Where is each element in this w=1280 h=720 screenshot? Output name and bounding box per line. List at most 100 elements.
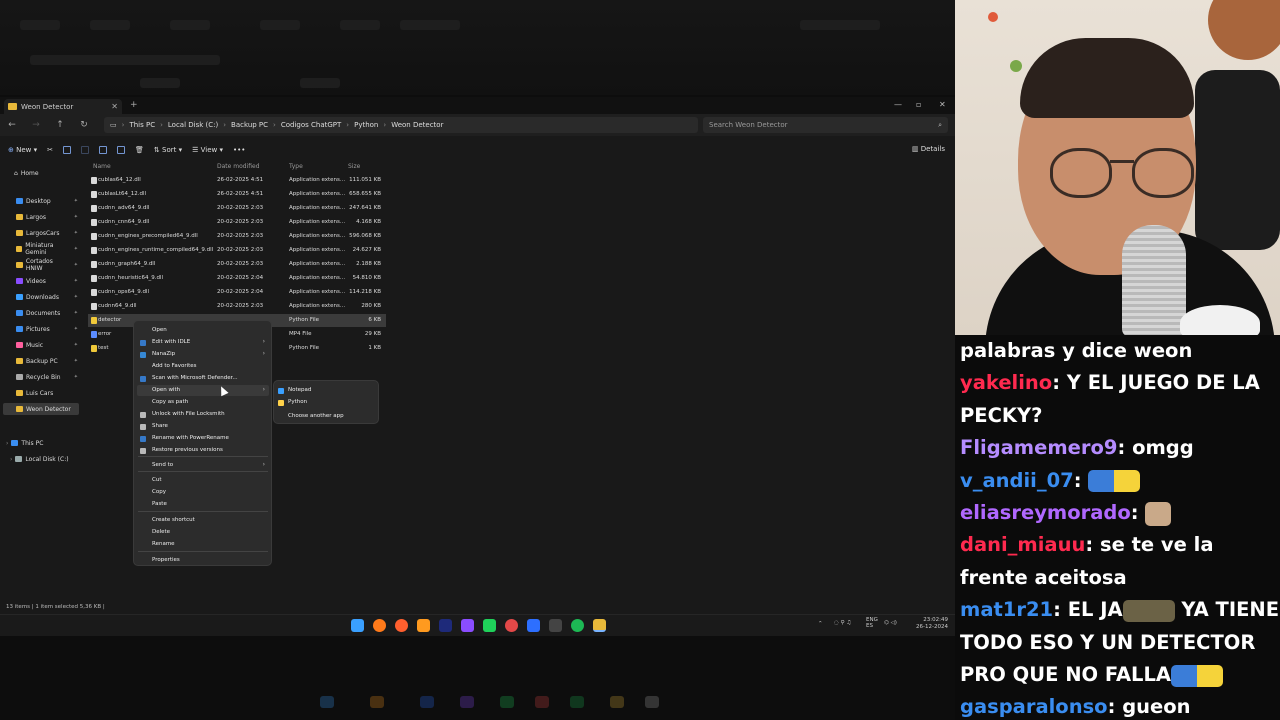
share-icon[interactable] [117,146,126,154]
crumb-weon-detector[interactable]: Weon Detector [391,121,443,129]
view-button[interactable]: ☰ View ▾ [192,146,223,154]
ctx-nanazip[interactable]: NanaZip [152,351,175,357]
chat-username[interactable]: mat1r21 [960,598,1053,621]
start-icon[interactable] [351,619,364,632]
delete-icon[interactable]: 🗑 [135,146,144,154]
tab-weon-detector[interactable]: Weon Detector ✕ [4,99,122,114]
tab-close-icon[interactable]: ✕ [111,102,118,111]
terminal-icon[interactable] [549,619,562,632]
nav-item-downloads[interactable]: Downloads ✦ [16,291,78,303]
nav-item-recycle-bin[interactable]: Recycle Bin ✦ [16,371,78,383]
sort-button[interactable]: ⇅ Sort ▾ [154,146,182,154]
ctx-delete[interactable]: Delete [152,529,170,535]
table-row[interactable]: cudnn64_9.dll 20-02-2025 2:03 Application … [88,300,386,313]
column-type[interactable]: Type [289,163,303,170]
clock[interactable]: 23:02:49 26-12-2024 [916,617,948,631]
ctx-properties[interactable]: Properties [152,557,180,563]
nav-item-desktop[interactable]: Desktop ✦ [16,195,78,207]
column-size[interactable]: Size [348,163,360,170]
files-app-icon[interactable] [417,619,430,632]
nav-item-miniatura-gemini[interactable]: Miniatura Gemini ✦ [16,242,78,256]
breadcrumb[interactable]: ▭ › This PC › Local Disk (C:) › Backup PC › … [104,117,698,133]
ctx-create-shortcut[interactable]: Create shortcut [152,517,195,523]
table-row[interactable]: cudnn_engines_precompiled64_9.dll 20-02-2… [88,230,386,243]
crumb-python[interactable]: Python [354,121,378,129]
ctx-unlock-with-file-locksmith[interactable]: Unlock with File Locksmith [152,411,225,417]
blue-app-icon[interactable] [527,619,540,632]
purple-app-icon[interactable] [461,619,474,632]
rename-icon[interactable] [99,146,108,154]
copy-icon[interactable] [63,146,72,154]
close-window-icon[interactable]: ✕ [939,100,946,109]
table-row[interactable]: cublas64_12.dll 26-02-2025 4:51 Applicatio… [88,174,386,187]
obs-icon[interactable] [505,619,518,632]
ctx-open-with[interactable]: Open with [152,387,180,393]
submenu-item-notepad[interactable]: Notepad [288,387,311,393]
table-row[interactable]: cudnn_cnn64_9.dll 20-02-2025 2:03 Applicat… [88,216,386,229]
nav-item-documents[interactable]: Documents ✦ [16,307,78,319]
explorer-taskbar-icon[interactable] [593,619,606,632]
nav-this-pc[interactable]: › This PC [6,437,68,449]
premiere-icon[interactable] [439,619,452,632]
ctx-edit-with-idle[interactable]: Edit with IDLE [152,339,190,345]
ctx-send-to[interactable]: Send to [152,462,173,468]
chat-username[interactable]: dani_miauu [960,533,1085,556]
nav-item-backup-pc[interactable]: Backup PC ✦ [16,355,78,367]
new-button[interactable]: ⊕ New ▾ [8,146,37,154]
nav-item-pictures[interactable]: Pictures ✦ [16,323,78,335]
ctx-rename-with-powerrename[interactable]: Rename with PowerRename [152,435,229,441]
table-row[interactable]: cudnn_engines_runtime_compiled64_9.dll 20… [88,244,386,257]
nav-item-music[interactable]: Music ✦ [16,339,78,351]
nav-item-largoscars[interactable]: LargosCars ✦ [16,227,78,239]
firefox-icon[interactable] [395,619,408,632]
new-tab-icon[interactable]: + [130,100,138,110]
table-row[interactable]: cudnn_ops64_9.dll 20-02-2025 2:04 Applicat… [88,286,386,299]
refresh-icon[interactable]: ↻ [72,120,96,130]
ctx-share[interactable]: Share [152,423,168,429]
nav-item-videos[interactable]: Videos ✦ [16,275,78,287]
tray-app-icons[interactable]: ◌ ⚲ ♫ [834,620,851,626]
chat-username[interactable]: eliasreymorado [960,501,1131,524]
ctx-add-to-favorites[interactable]: Add to Favorites [152,363,197,369]
maximize-icon[interactable]: ▫ [916,100,921,109]
nav-item-largos[interactable]: Largos ✦ [16,211,78,223]
column-date[interactable]: Date modified [217,163,260,170]
nav-home[interactable]: ⌂ Home [14,167,76,179]
search-taskbar-icon[interactable] [373,619,386,632]
crumb-local-disk[interactable]: Local Disk (C:) [168,121,218,129]
ctx-paste[interactable]: Paste [152,501,167,507]
chat-username[interactable]: yakelino [960,371,1052,394]
cut-icon[interactable]: ✂ [47,146,53,154]
tray-chevron-icon[interactable]: ⌃ [818,621,823,627]
crumb-codigos[interactable]: Codigos ChatGPT [281,121,341,129]
green-app-icon[interactable] [483,619,496,632]
table-row[interactable]: cublasLt64_12.dll 26-02-2025 4:51 Applicat… [88,188,386,201]
ctx-cut[interactable]: Cut [152,477,161,483]
language-indicator[interactable]: ENG ES [866,617,878,629]
nav-item-luis-cars[interactable]: Luis Cars [16,387,78,399]
ctx-rename[interactable]: Rename [152,541,175,547]
details-button[interactable]: ▥ Details [912,145,945,153]
search-input[interactable]: Search Weon Detector ⌕ [703,117,948,133]
chat-username[interactable]: Fligamemero9 [960,436,1117,459]
forward-arrow-icon[interactable]: → [24,120,48,130]
up-arrow-icon[interactable]: ↑ [48,120,72,130]
submenu-item-python[interactable]: Python [288,399,307,405]
chat-username[interactable]: gasparalonso [960,695,1108,718]
ctx-open[interactable]: Open [152,327,167,333]
column-name[interactable]: Name [93,163,111,170]
ctx-restore-previous-versions[interactable]: Restore previous versions [152,447,223,453]
paste-icon[interactable] [81,146,90,154]
ctx-copy[interactable]: Copy [152,489,166,495]
back-arrow-icon[interactable]: ← [0,120,24,130]
table-row[interactable]: cudnn_adv64_9.dll 20-02-2025 2:03 Applicat… [88,202,386,215]
more-button[interactable]: ••• [233,146,245,154]
nav-item-cortados-hniw[interactable]: Cortados HNIW ✦ [16,258,78,272]
nav-local-disk[interactable]: › Local Disk (C:) [10,453,72,465]
ctx-scan-with-microsoft-defender[interactable]: Scan with Microsoft Defender... [152,375,238,381]
nav-item-weon-detector[interactable]: Weon Detector [3,403,79,415]
chat-username[interactable]: v_andii_07 [960,469,1074,492]
spotify-icon[interactable] [571,619,584,632]
table-row[interactable]: cudnn_graph64_9.dll 20-02-2025 2:03 Applic… [88,258,386,271]
network-volume-icons[interactable]: ⌬ ◁) [884,620,897,626]
